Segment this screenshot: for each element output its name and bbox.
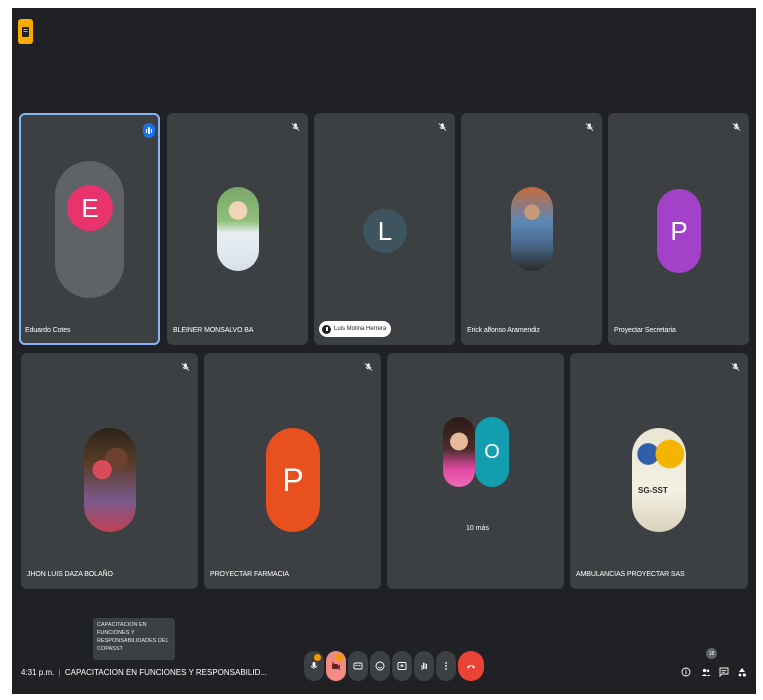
more-options-button[interactable] <box>436 651 456 681</box>
activities-button[interactable] <box>736 665 748 679</box>
camera-off-icon <box>331 661 341 671</box>
meeting-details-button[interactable] <box>680 665 692 679</box>
participant-name: Eduardo Cotes <box>25 327 71 334</box>
avatar-photo <box>217 187 259 271</box>
participant-tile-proyectar-farmacia[interactable]: P PROYECTAR FARMACIA <box>204 353 381 589</box>
participant-count-badge: 18 <box>706 648 717 659</box>
logo-text: SG-SST <box>638 486 668 495</box>
participant-tile-proyectar-secretaria[interactable]: P Proyectar Secretaria <box>608 113 749 345</box>
mic-off-icon <box>438 123 447 131</box>
avatar-photo <box>84 428 136 532</box>
participant-name: Proyectar Secretaria <box>614 327 676 334</box>
mic-off-icon <box>181 363 190 371</box>
participant-tile-ambulancias[interactable]: SG-SST AMBULANCIAS PROYECTAR SAS <box>570 353 748 589</box>
participant-name: Luis Molina Herrera <box>334 326 387 332</box>
people-button[interactable] <box>700 665 712 679</box>
people-icon <box>701 668 711 676</box>
logo-image: SG-SST <box>632 428 686 532</box>
info-icon <box>681 667 691 677</box>
separator: | <box>58 668 61 677</box>
mic-alert-dot <box>314 654 321 661</box>
participant-tile-eduardo[interactable]: E Eduardo Cotes <box>19 113 160 345</box>
more-options-icon <box>445 662 447 670</box>
participant-tile-jhon[interactable]: JHON LUIS DAZA BOLAÑO <box>21 353 198 589</box>
participant-name: JHON LUIS DAZA BOLAÑO <box>27 571 113 578</box>
meeting-info[interactable]: 4:31 p.m. | CAPACITACION EN FUNCIONES Y … <box>21 668 267 677</box>
present-icon <box>397 662 407 670</box>
raise-hand-button[interactable] <box>414 651 434 681</box>
avatar-photo <box>443 417 475 487</box>
more-count: 10 más <box>466 525 489 532</box>
mic-off-icon <box>364 363 373 371</box>
mic-icon <box>310 662 318 669</box>
captions-icon <box>353 662 363 670</box>
mic-off-icon <box>731 363 740 371</box>
participant-name: Erick alfonso Aramendiz <box>467 327 540 334</box>
avatar-photo <box>511 187 553 271</box>
more-participants-tile[interactable]: O 10 más <box>387 353 564 589</box>
participant-name: PROYECTAR FARMACIA <box>210 571 289 578</box>
avatar: E <box>67 185 113 231</box>
participant-tile-luis[interactable]: L Luis Molina Herrera <box>314 113 455 345</box>
participant-name: AMBULANCIAS PROYECTAR SAS <box>576 571 685 578</box>
participant-tile-bleiner[interactable]: BLEINER MONSALVO BA <box>167 113 308 345</box>
clock-time: 4:31 p.m. <box>21 668 55 677</box>
emoji-button[interactable] <box>370 651 390 681</box>
document-icon <box>22 26 29 37</box>
avatar: L <box>363 209 407 253</box>
participant-name: BLEINER MONSALVO BA <box>173 327 254 334</box>
avatar: O <box>475 417 509 487</box>
meet-window: E Eduardo Cotes BLEINER MONSALVO BA L Lu… <box>12 8 756 694</box>
mic-off-icon <box>732 123 741 131</box>
emoji-icon <box>375 661 385 671</box>
captions-button[interactable] <box>348 651 368 681</box>
leave-call-button[interactable] <box>458 651 484 681</box>
mic-off-icon <box>585 123 594 131</box>
raise-hand-icon <box>421 662 427 670</box>
participant-tile-erick[interactable]: Erick alfonso Aramendiz <box>461 113 602 345</box>
camera-alert-dot <box>336 654 343 661</box>
avatar: P <box>657 189 701 273</box>
leave-call-icon <box>467 665 475 669</box>
speaking-indicator-icon <box>143 123 155 138</box>
meeting-title-tooltip: CAPACITACION EN FUNCIONES Y RESPONSABILI… <box>93 618 175 660</box>
chat-button[interactable] <box>718 665 730 679</box>
mic-off-icon <box>291 123 300 131</box>
chat-icon <box>719 667 729 677</box>
raised-hand-chip: Luis Molina Herrera <box>319 321 392 337</box>
raise-hand-icon <box>322 324 331 334</box>
recording-indicator[interactable] <box>18 19 33 44</box>
present-button[interactable] <box>392 651 412 681</box>
meeting-title: CAPACITACION EN FUNCIONES Y RESPONSABILI… <box>64 668 268 677</box>
activities-icon <box>738 668 746 677</box>
avatar: P <box>266 428 320 532</box>
